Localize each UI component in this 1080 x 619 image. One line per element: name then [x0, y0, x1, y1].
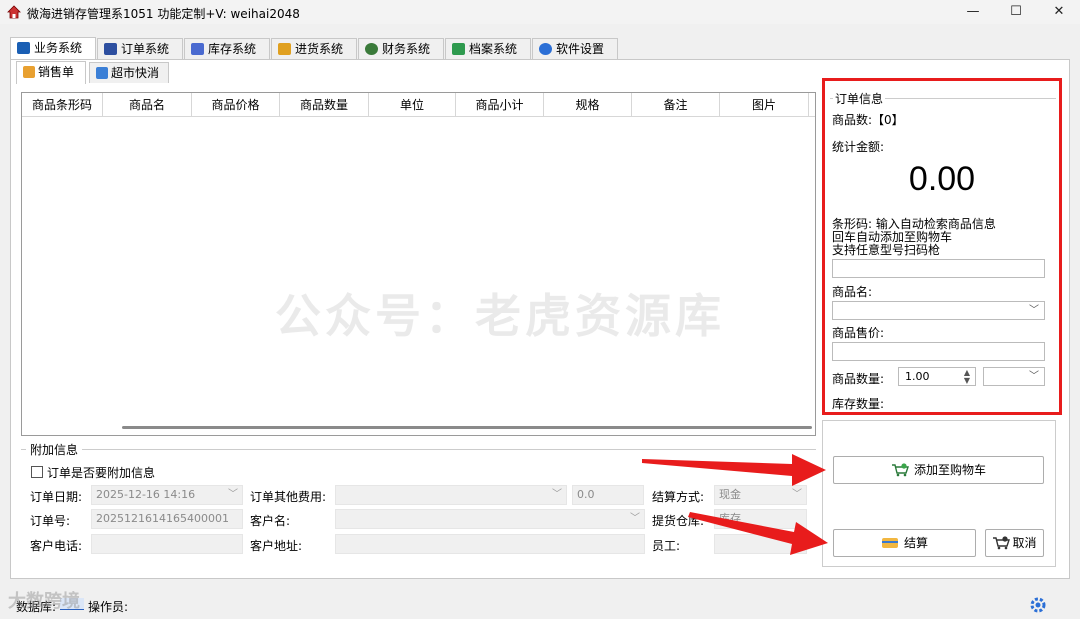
- minimize-button[interactable]: —: [953, 0, 993, 24]
- quantity-stepper[interactable]: 1.00 ▲ ▼: [898, 367, 976, 386]
- tab-label: 库存系统: [208, 42, 257, 56]
- order-date-label: 订单日期:: [30, 490, 83, 504]
- watermark-text: 公众号：老虎资源库: [275, 289, 725, 343]
- window-title: 微海进销存管理系1051 功能定制+V: weihai2048: [27, 7, 300, 21]
- total-amount-label: 统计金额:: [832, 140, 885, 154]
- grid-header: 商品条形码 商品名 商品价格 商品数量 单位 商品小计 规格 备注 图片: [22, 93, 815, 117]
- item-count-label: 商品数:【0】: [832, 113, 904, 127]
- order-no-label: 订单号:: [30, 514, 71, 528]
- close-button[interactable]: ✕: [1039, 0, 1079, 24]
- grid-column-header[interactable]: 商品条形码: [22, 93, 103, 117]
- tab-label: 档案系统: [469, 42, 518, 56]
- grid-column-header[interactable]: 备注: [632, 93, 720, 117]
- customer-phone-field[interactable]: [91, 534, 243, 554]
- customer-name-label: 客户名:: [250, 514, 291, 528]
- stock-quantity-label: 库存数量:: [832, 397, 885, 411]
- maximize-button[interactable]: ☐: [996, 0, 1036, 24]
- tab-settings[interactable]: 软件设置: [532, 38, 618, 59]
- attach-info-checkbox[interactable]: [31, 466, 43, 478]
- supermarket-icon: [96, 67, 108, 79]
- chevron-down-icon: ﹀: [228, 489, 238, 500]
- attach-info-label: 订单是否要附加信息: [47, 466, 156, 480]
- order-date-picker[interactable]: 2025-12-16 14:16 ﹀: [91, 485, 243, 505]
- grid-column-header[interactable]: 商品名: [103, 93, 192, 117]
- arrow-to-checkout: [688, 512, 828, 555]
- product-price-input[interactable]: [832, 342, 1045, 361]
- grid-column-header[interactable]: 商品小计: [456, 93, 544, 117]
- cart-remove-icon: [993, 536, 1011, 550]
- quantity-label: 商品数量:: [832, 372, 885, 386]
- tab-finance[interactable]: 财务系统: [358, 38, 444, 59]
- grid-column-header[interactable]: 图片: [720, 93, 809, 117]
- finance-icon: [365, 43, 378, 55]
- product-name-label: 商品名:: [832, 285, 873, 299]
- chevron-down-icon: ﹀: [552, 489, 562, 500]
- order-date-value: 2025-12-16 14:16: [96, 488, 196, 501]
- tab-business[interactable]: 业务系统: [10, 37, 96, 60]
- customer-name-select[interactable]: ﹀: [335, 509, 645, 529]
- grid-column-header[interactable]: 规格: [544, 93, 632, 117]
- barcode-hint-line3: 支持任意型号扫码枪: [832, 243, 941, 257]
- tab-label: 软件设置: [556, 42, 605, 56]
- order-icon: [104, 43, 117, 55]
- other-fee-label: 订单其他费用:: [250, 490, 327, 504]
- purchase-icon: [278, 43, 291, 55]
- product-name-select[interactable]: ﹀: [832, 301, 1045, 320]
- archive-icon: [452, 43, 465, 55]
- order-no-field[interactable]: 2025121614165400001: [91, 509, 243, 529]
- annotation-arrows: [642, 454, 828, 555]
- grid-column-header[interactable]: 商品数量: [280, 93, 369, 117]
- unit-select[interactable]: ﹀: [983, 367, 1045, 386]
- grid-column-header[interactable]: 单位: [369, 93, 456, 117]
- cancel-button[interactable]: 取消: [985, 529, 1044, 557]
- title-bar: 微海进销存管理系1051 功能定制+V: weihai2048 — ☐ ✕: [0, 0, 1080, 24]
- subtab-sales[interactable]: 销售单: [16, 61, 86, 84]
- cart-grid[interactable]: 商品条形码 商品名 商品价格 商品数量 单位 商品小计 规格 备注 图片: [21, 92, 816, 436]
- subtab-supermarket[interactable]: 超市快消: [89, 62, 169, 83]
- tab-inventory[interactable]: 库存系统: [184, 38, 270, 59]
- subtab-label: 销售单: [38, 65, 75, 79]
- tab-label: 业务系统: [34, 41, 83, 55]
- order-info-legend: 订单信息: [833, 90, 886, 107]
- operator-label: 操作员:: [88, 600, 129, 614]
- inventory-icon: [191, 43, 204, 55]
- grid-column-header[interactable]: 商品价格: [192, 93, 280, 117]
- horizontal-scrollbar[interactable]: [122, 426, 812, 429]
- tab-label: 进货系统: [295, 42, 344, 56]
- product-price-label: 商品售价:: [832, 326, 885, 340]
- checkout-button[interactable]: 结算: [833, 529, 976, 557]
- corner-watermark: 大数跨境: [8, 591, 80, 612]
- settings-icon: [539, 43, 552, 55]
- tab-orders[interactable]: 订单系统: [97, 38, 183, 59]
- settings-gear-icon[interactable]: [1029, 596, 1047, 614]
- customer-address-field[interactable]: [335, 534, 645, 554]
- spin-arrows-icon[interactable]: ▲ ▼: [964, 369, 970, 385]
- tab-label: 财务系统: [382, 42, 431, 56]
- checkout-card-icon: [881, 538, 898, 548]
- barcode-input[interactable]: [832, 259, 1045, 278]
- subtab-label: 超市快消: [111, 66, 160, 80]
- arrow-to-add-cart: [642, 454, 826, 486]
- tab-archive[interactable]: 档案系统: [445, 38, 531, 59]
- add-to-cart-button[interactable]: 添加至购物车: [833, 456, 1044, 484]
- customer-address-label: 客户地址:: [250, 539, 303, 553]
- other-fee-select[interactable]: ﹀: [335, 485, 567, 505]
- cart-add-icon: [891, 463, 909, 477]
- business-icon: [17, 42, 30, 54]
- checkout-label: 结算: [903, 536, 928, 550]
- chevron-down-icon: ﹀: [1029, 371, 1039, 382]
- customer-phone-label: 客户电话:: [30, 539, 83, 553]
- tab-label: 订单系统: [121, 42, 170, 56]
- sales-icon: [23, 66, 35, 78]
- total-amount-value: 0.00: [908, 160, 976, 198]
- tab-purchase[interactable]: 进货系统: [271, 38, 357, 59]
- quantity-value: 1.00: [905, 370, 930, 383]
- cancel-label: 取消: [1012, 536, 1037, 550]
- app-home-icon: [7, 5, 21, 19]
- status-bar: 数据库: 操作员: 大数跨境: [0, 590, 1080, 619]
- chevron-down-icon: ﹀: [1029, 305, 1039, 316]
- add-to-cart-label: 添加至购物车: [913, 463, 986, 477]
- extra-info-legend: 附加信息: [26, 441, 83, 458]
